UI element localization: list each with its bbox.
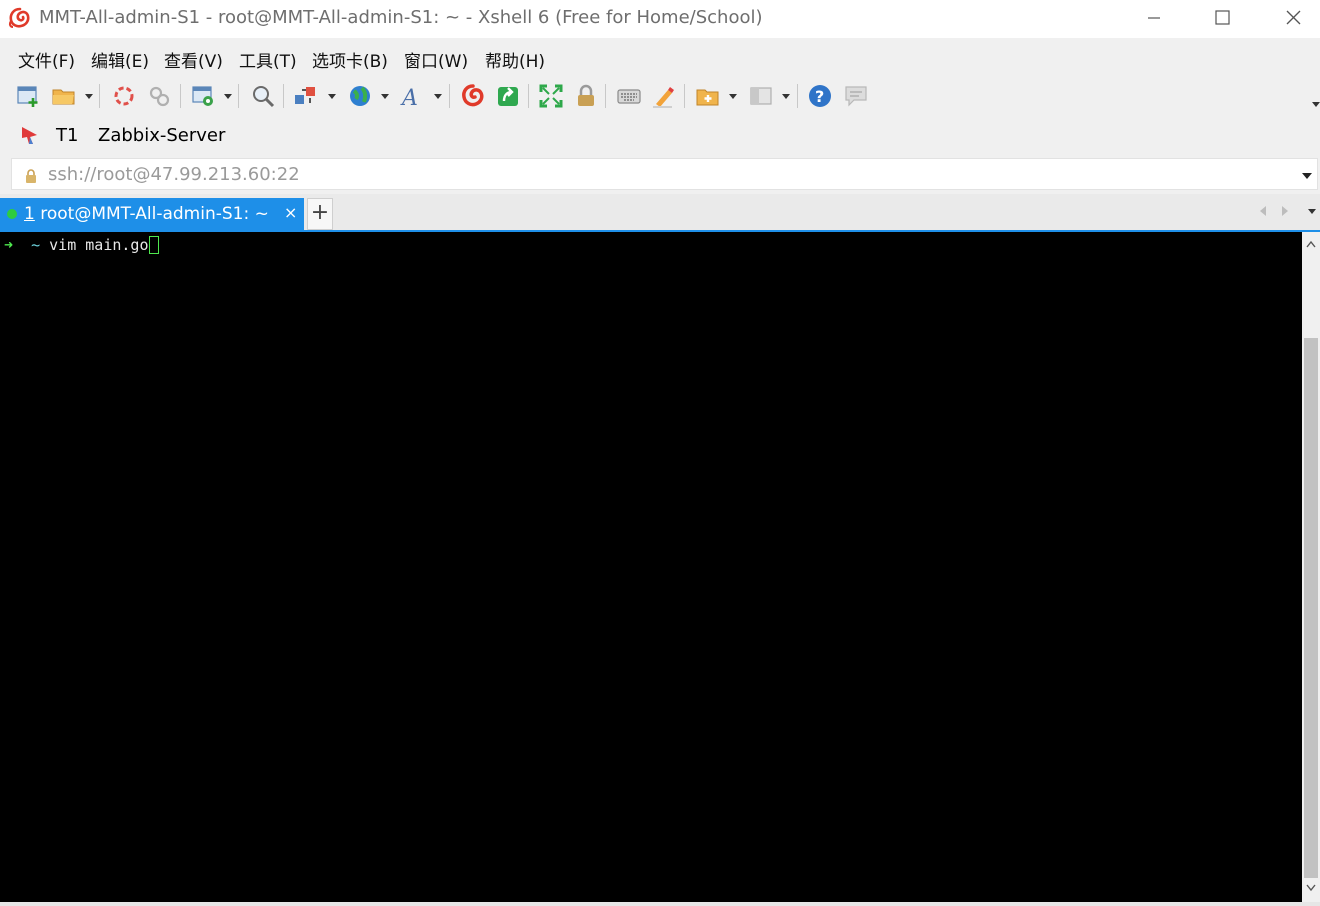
menu-tabs[interactable]: 选项卡(B) xyxy=(312,47,388,72)
menu-window[interactable]: 窗口(W) xyxy=(404,47,468,72)
transfer-dropdown-icon[interactable] xyxy=(328,94,336,99)
scroll-down-icon[interactable] xyxy=(1306,884,1316,892)
toolbar-separator xyxy=(180,84,181,108)
properties-icon[interactable] xyxy=(190,82,218,110)
tab-title-text: root@MMT-All-admin-S1: ~ xyxy=(40,204,269,224)
menu-bar: 文件(F) 编辑(E) 查看(V) 工具(T) 选项卡(B) 窗口(W) 帮助(… xyxy=(0,40,1320,76)
terminal-scrollbar[interactable] xyxy=(1302,232,1320,902)
toolbar-separator xyxy=(449,84,450,108)
menu-file[interactable]: 文件(F) xyxy=(18,47,75,72)
layout-dropdown-icon[interactable] xyxy=(782,94,790,99)
svg-text:?: ? xyxy=(815,87,824,106)
find-icon[interactable] xyxy=(249,82,277,110)
fullscreen-icon[interactable] xyxy=(537,82,565,110)
lock-toolbar-icon[interactable] xyxy=(572,82,600,110)
toolbar-separator xyxy=(99,84,100,108)
font-dropdown-icon[interactable] xyxy=(434,94,442,99)
menu-edit[interactable]: 编辑(E) xyxy=(91,47,149,72)
terminal-cursor xyxy=(148,236,159,254)
transfer-icon[interactable] xyxy=(292,82,320,110)
xftp-icon[interactable] xyxy=(494,82,522,110)
help-icon[interactable]: ? xyxy=(806,82,834,110)
link-zabbix-server[interactable]: Zabbix-Server xyxy=(98,125,225,146)
address-dropdown-icon[interactable] xyxy=(1302,173,1312,179)
terminal-pane[interactable]: ➜ ~ vim main.go xyxy=(0,232,1302,902)
globe-dropdown-icon[interactable] xyxy=(381,94,389,99)
add-tab-button[interactable]: + xyxy=(307,198,333,230)
toolbar-separator xyxy=(797,84,798,108)
tab-index: 1 xyxy=(24,204,35,224)
toolbar-separator xyxy=(528,84,529,108)
close-icon[interactable] xyxy=(1270,0,1316,36)
globe-icon[interactable] xyxy=(346,82,374,110)
menu-tools[interactable]: 工具(T) xyxy=(239,47,297,72)
menu-view[interactable]: 查看(V) xyxy=(164,47,223,72)
toolbar-separator xyxy=(238,84,239,108)
new-session-icon[interactable] xyxy=(14,82,42,110)
address-input[interactable]: ssh://root@47.99.213.60:22 xyxy=(48,164,300,185)
tab-scroll-right-icon[interactable] xyxy=(1282,206,1288,216)
lock-icon xyxy=(26,169,36,183)
layout-icon[interactable] xyxy=(747,82,775,110)
tab-title: 1 root@MMT-All-admin-S1: ~ xyxy=(24,204,269,224)
tab-close-button[interactable]: × xyxy=(284,203,297,222)
keyboard-icon[interactable] xyxy=(615,82,643,110)
toolbar-separator xyxy=(684,84,685,108)
reconnect-icon[interactable] xyxy=(145,82,173,110)
toolbar-overflow-icon[interactable] xyxy=(1312,102,1320,107)
menu-help[interactable]: 帮助(H) xyxy=(485,47,545,72)
title-bar: MMT-All-admin-S1 - root@MMT-All-admin-S1… xyxy=(0,0,1320,38)
link-t1[interactable]: T1 xyxy=(56,125,78,146)
open-dropdown-icon[interactable] xyxy=(85,94,93,99)
xshell-icon[interactable] xyxy=(459,82,487,110)
chat-icon[interactable] xyxy=(842,82,870,110)
link-flag-icon xyxy=(22,127,37,144)
tab-session-1[interactable]: 1 root@MMT-All-admin-S1: ~ × xyxy=(0,198,304,230)
address-bar[interactable]: ssh://root@47.99.213.60:22 xyxy=(11,158,1318,190)
tab-list-dropdown-icon[interactable] xyxy=(1308,209,1316,214)
window-title: MMT-All-admin-S1 - root@MMT-All-admin-S1… xyxy=(39,7,763,28)
toolbar-separator xyxy=(605,84,606,108)
new-tab-icon[interactable] xyxy=(694,82,722,110)
toolbar-separator xyxy=(283,84,284,108)
terminal-line: ➜ ~ vim main.go xyxy=(4,236,159,254)
tab-scroll-left-icon[interactable] xyxy=(1260,206,1266,216)
minimize-icon[interactable] xyxy=(1131,0,1177,36)
maximize-icon[interactable] xyxy=(1199,0,1245,36)
new-tab-dropdown-icon[interactable] xyxy=(729,94,737,99)
scroll-thumb[interactable] xyxy=(1304,338,1318,878)
xshell-logo-icon xyxy=(8,7,30,28)
svg-text:A: A xyxy=(400,86,418,110)
links-bar: T1 Zabbix-Server xyxy=(0,117,1320,155)
font-icon[interactable]: A xyxy=(399,82,427,110)
prompt-cwd: ~ xyxy=(31,236,41,254)
properties-dropdown-icon[interactable] xyxy=(224,94,232,99)
scroll-up-icon[interactable] xyxy=(1306,240,1316,248)
toolbar: A ? xyxy=(0,76,1320,116)
connected-status-icon xyxy=(7,209,17,219)
highlight-icon[interactable] xyxy=(650,82,678,110)
terminal-command: vim main.go xyxy=(49,236,149,254)
disconnect-icon[interactable] xyxy=(110,82,138,110)
tab-bar: 1 root@MMT-All-admin-S1: ~ × + xyxy=(0,194,1320,230)
status-strip xyxy=(0,902,1320,906)
open-folder-icon[interactable] xyxy=(50,82,78,110)
prompt-arrow: ➜ xyxy=(4,236,14,254)
